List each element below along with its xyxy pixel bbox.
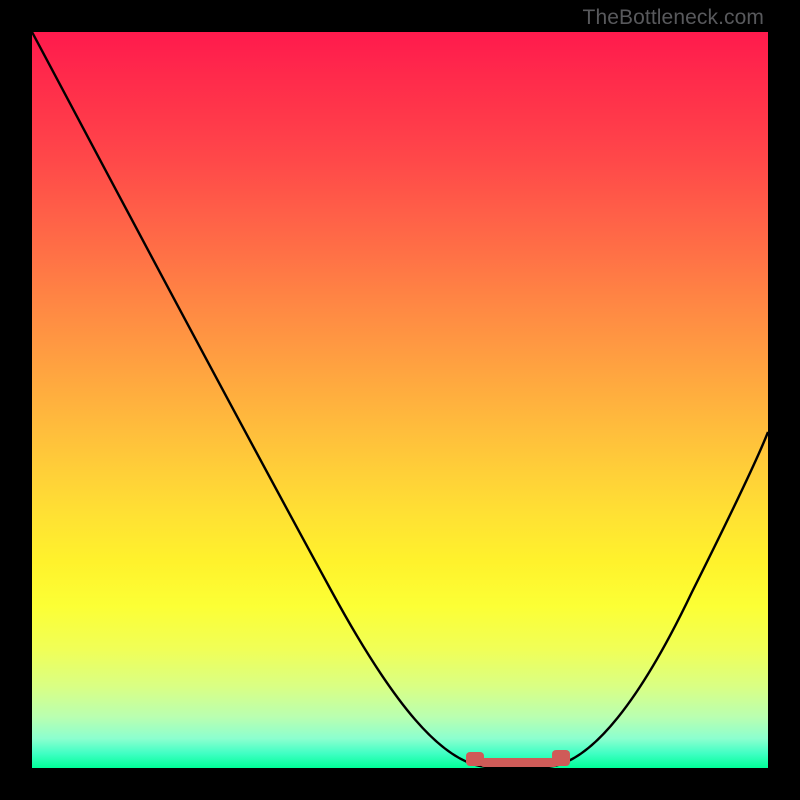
bottleneck-line [32, 32, 768, 767]
watermark-text: TheBottleneck.com [583, 6, 764, 30]
sweet-spot-right-end [552, 750, 570, 766]
sweet-spot-bar [480, 758, 558, 767]
chart-container: TheBottleneck.com [0, 0, 800, 800]
curve-path [32, 32, 768, 768]
